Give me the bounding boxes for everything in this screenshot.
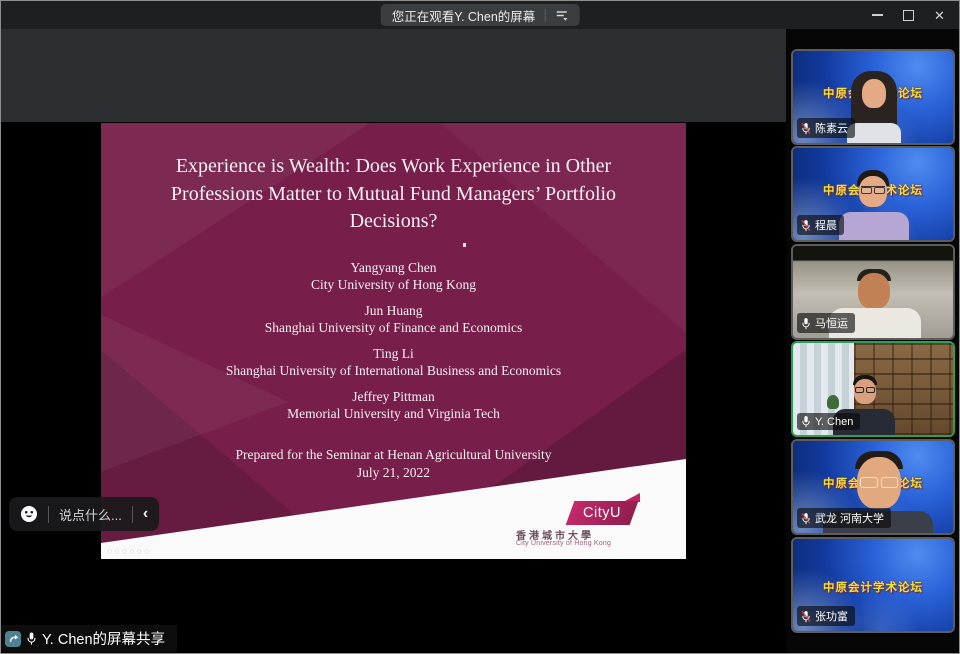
cityu-logo: CityU 香港城市大學 City University of Hong Kon… (514, 501, 664, 553)
participant-name-chip: 程晨 (797, 215, 844, 235)
maximize-button[interactable] (893, 1, 924, 29)
chat-input-placeholder[interactable]: 说点什么... (59, 505, 122, 524)
participant-name-chip: 陈素云 (797, 118, 855, 138)
avatar-glasses (861, 186, 885, 194)
participant-name: 武龙 河南大学 (815, 510, 884, 526)
participants-sidebar: 中原会计学术论坛 陈素云 中原会计学术论坛 (786, 29, 960, 654)
minimize-button[interactable] (862, 1, 893, 29)
shared-screen-gray-band (1, 29, 786, 122)
screen-share-banner: Y. Chen的屏幕共享 (1, 625, 177, 652)
author-name: Ting Li (101, 345, 686, 363)
slide-authors: Yangyang Chen City University of Hong Ko… (101, 259, 686, 423)
microphone-icon (26, 631, 37, 646)
participant-name: Y. Chen (815, 416, 853, 428)
badge-menu-icon[interactable] (554, 8, 568, 22)
footer-line1: Prepared for the Seminar at Henan Agricu… (101, 446, 686, 464)
avatar-glasses (860, 477, 898, 488)
author-block: Jeffrey Pittman Memorial University and … (101, 388, 686, 423)
window-controls: ✕ (862, 1, 955, 29)
forum-banner-text: 中原会计学术论坛 (793, 579, 953, 595)
participant-name-chip: 武龙 河南大学 (797, 508, 891, 528)
avatar-body (847, 123, 901, 143)
author-name: Jeffrey Pittman (101, 388, 686, 406)
cityu-wordmark: CityU (583, 505, 621, 521)
participant-tile-y-chen-active-speaker[interactable]: Y. Chen (791, 341, 955, 437)
author-name: Jun Huang (101, 302, 686, 320)
watching-screen-badge[interactable]: 您正在观看Y. Chen的屏幕 (381, 4, 580, 26)
mic-muted-icon (801, 512, 811, 525)
title-bar: 您正在观看Y. Chen的屏幕 ✕ (1, 1, 959, 29)
participant-name: 张功富 (815, 608, 848, 624)
author-name: Yangyang Chen (101, 259, 686, 277)
presentation-slide: Experience is Wealth: Does Work Experien… (101, 123, 686, 559)
mic-muted-icon (801, 122, 811, 135)
pill-divider (48, 506, 49, 523)
author-affiliation: Memorial University and Virginia Tech (101, 405, 686, 423)
participant-name: 马恒运 (815, 315, 848, 331)
author-block: Yangyang Chen City University of Hong Ko… (101, 259, 686, 294)
avatar-face (858, 273, 890, 309)
participant-tile-zhang-gongfu[interactable]: 中原会计学术论坛 张功富 (791, 537, 955, 633)
participant-name: 陈素云 (815, 120, 848, 136)
avatar-body (839, 212, 909, 240)
emoji-icon[interactable] (20, 505, 38, 523)
watching-screen-label: 您正在观看Y. Chen的屏幕 (392, 6, 536, 25)
mouse-cursor-dot (463, 243, 466, 247)
avatar-face (862, 79, 886, 108)
cityu-name-english: City University of Hong Kong (516, 540, 611, 547)
author-block: Ting Li Shanghai University of Internati… (101, 345, 686, 380)
screen-share-icon (5, 631, 21, 647)
participant-tile-ma-hengyun[interactable]: 马恒运 (791, 244, 955, 340)
mic-muted-icon (801, 219, 811, 232)
slide-title: Experience is Wealth: Does Work Experien… (135, 153, 652, 236)
plant-decor (827, 395, 839, 409)
participant-tile-chen-suyun[interactable]: 中原会计学术论坛 陈素云 (791, 49, 955, 145)
minimize-icon (872, 14, 883, 16)
author-affiliation: Shanghai University of Finance and Econo… (101, 319, 686, 337)
cityu-logo-mark: CityU (566, 501, 639, 525)
meeting-window: 您正在观看Y. Chen的屏幕 ✕ Experience is Wealth: … (0, 0, 960, 654)
mic-on-icon (801, 317, 811, 330)
chat-quick-input[interactable]: 说点什么... ‹ (9, 497, 159, 531)
avatar-glasses (855, 387, 875, 393)
author-affiliation: Shanghai University of International Bus… (101, 362, 686, 380)
badge-divider (544, 9, 545, 22)
participant-name: 程晨 (815, 217, 837, 233)
participant-name-chip: 张功富 (797, 606, 855, 626)
mic-on-icon (801, 415, 811, 428)
author-block: Jun Huang Shanghai University of Finance… (101, 302, 686, 337)
shared-screen-stage: Experience is Wealth: Does Work Experien… (1, 29, 786, 654)
participant-name-chip: Y. Chen (797, 413, 860, 430)
close-icon: ✕ (934, 9, 945, 22)
participant-tile-cheng-chen[interactable]: 中原会计学术论坛 程晨 (791, 146, 955, 242)
collapse-chevron-icon[interactable]: ‹ (143, 507, 148, 521)
close-button[interactable]: ✕ (924, 1, 955, 29)
participant-tile-wu-long[interactable]: 中原会计学术论坛 武龙 河南大学 (791, 439, 955, 535)
pill-divider (132, 506, 133, 523)
maximize-icon (903, 10, 914, 21)
watermark-text: ○○○○○○ (107, 546, 152, 556)
mic-muted-icon (801, 610, 811, 623)
participant-name-chip: 马恒运 (797, 313, 855, 333)
author-affiliation: City University of Hong Kong (101, 276, 686, 294)
screen-share-label: Y. Chen的屏幕共享 (42, 628, 165, 649)
